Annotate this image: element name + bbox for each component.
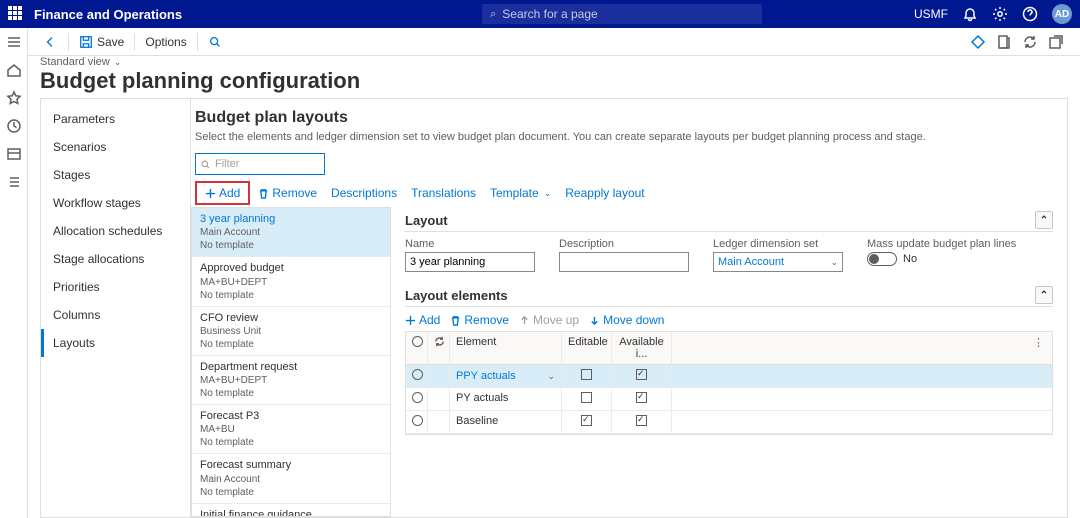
content-pane: Budget plan layouts Select the elements … [191, 99, 1067, 517]
sidebar-item[interactable]: Stages [41, 161, 190, 189]
chevron-down-icon: ⌄ [544, 188, 552, 199]
select-all-column[interactable] [406, 332, 428, 364]
clock-icon[interactable] [6, 118, 22, 134]
mass-label: Mass update budget plan lines [867, 238, 1016, 250]
dim-select[interactable]: Main Account ⌄ [713, 252, 843, 272]
refresh-icon[interactable] [1022, 34, 1038, 50]
add-layout-button[interactable]: Add [195, 181, 250, 205]
chevron-down-icon: ⌄ [830, 257, 838, 268]
star-icon[interactable] [6, 90, 22, 106]
editable-column[interactable]: Editable [562, 332, 612, 364]
search-action[interactable] [200, 33, 230, 51]
dim-label: Ledger dimension set [713, 238, 843, 250]
mass-value: No [903, 253, 917, 265]
descriptions-button[interactable]: Descriptions [325, 184, 403, 202]
gear-icon[interactable] [992, 6, 1008, 22]
sidebar-item[interactable]: Workflow stages [41, 189, 190, 217]
remove-element-button[interactable]: Remove [450, 313, 509, 327]
translations-button[interactable]: Translations [405, 184, 482, 202]
diamond-icon[interactable] [970, 34, 986, 50]
grid-header: Element Editable Available i... ⋮ [406, 332, 1052, 365]
content-heading: Budget plan layouts [195, 109, 1053, 127]
global-search[interactable]: ⌕ Search for a page [482, 4, 762, 24]
template-dropdown[interactable]: Template⌄ [484, 184, 557, 202]
sidebar-item[interactable]: Layouts [41, 329, 190, 357]
desc-input[interactable] [559, 252, 689, 272]
left-rail [0, 28, 28, 518]
layout-list[interactable]: 3 year planningMain AccountNo templateAp… [191, 207, 391, 517]
elements-toolbar: Add Remove Move up Move down [405, 313, 1053, 327]
layout-section-head: Layout ⌃ [405, 207, 1053, 232]
content-description: Select the elements and ledger dimension… [195, 131, 1053, 143]
back-button[interactable] [36, 33, 66, 51]
help-icon[interactable] [1022, 6, 1038, 22]
chevron-down-icon: ⌄ [114, 57, 122, 68]
collapse-button[interactable]: ⌃ [1035, 286, 1053, 304]
filter-input[interactable]: Filter [195, 153, 325, 175]
avatar[interactable]: AD [1052, 4, 1072, 24]
action-bar: Save Options [28, 28, 1080, 56]
view-selector[interactable]: Standard view ⌄ [40, 56, 360, 68]
sidebar-item[interactable]: Scenarios [41, 133, 190, 161]
layout-row[interactable]: Department requestMA+BU+DEPTNo template [192, 356, 390, 405]
grid-row[interactable]: Baseline [406, 411, 1052, 434]
mass-update-toggle[interactable] [867, 252, 897, 266]
layout-row[interactable]: Forecast summaryMain AccountNo template [192, 454, 390, 503]
layout-detail: Layout ⌃ Name Description Led [391, 207, 1053, 517]
popout-icon[interactable] [1048, 34, 1064, 50]
main-card: ParametersScenariosStagesWorkflow stages… [40, 98, 1068, 518]
element-column[interactable]: Element [450, 332, 562, 364]
brand-label: Finance and Operations [34, 7, 182, 22]
top-navbar: Finance and Operations ⌕ Search for a pa… [0, 0, 1080, 28]
search-icon: ⌕ [490, 8, 496, 21]
config-sidebar: ParametersScenariosStagesWorkflow stages… [41, 99, 191, 517]
grid-row[interactable]: PY actuals [406, 388, 1052, 411]
elements-grid: Element Editable Available i... ⋮ PPY ac… [405, 331, 1053, 435]
sidebar-item[interactable]: Allocation schedules [41, 217, 190, 245]
company-label[interactable]: USMF [914, 7, 948, 21]
moveup-button[interactable]: Move up [519, 313, 579, 327]
layout-row[interactable]: CFO reviewBusiness UnitNo template [192, 307, 390, 356]
options-button[interactable]: Options [137, 33, 194, 51]
page-title: Budget planning configuration [40, 68, 360, 94]
grid-more[interactable]: ⋮ [1025, 332, 1052, 364]
elements-section-head: Layout elements ⌃ [405, 282, 1053, 307]
available-column[interactable]: Available i... [612, 332, 672, 364]
page-header: Standard view ⌄ Budget planning configur… [40, 56, 360, 94]
sidebar-item[interactable]: Parameters [41, 105, 190, 133]
name-input[interactable] [405, 252, 535, 272]
waffle-icon[interactable] [8, 6, 24, 22]
refresh-column[interactable] [428, 332, 450, 364]
layout-row[interactable]: 3 year planningMain AccountNo template [192, 208, 390, 257]
desc-label: Description [559, 238, 689, 250]
layout-row[interactable]: Approved budgetMA+BU+DEPTNo template [192, 257, 390, 306]
grid-row[interactable]: PPY actuals⌄ [406, 365, 1052, 388]
home-icon[interactable] [6, 62, 22, 78]
module-icon[interactable] [6, 146, 22, 162]
bell-icon[interactable] [962, 6, 978, 22]
attach-icon[interactable] [996, 34, 1012, 50]
sidebar-item[interactable]: Priorities [41, 273, 190, 301]
add-element-button[interactable]: Add [405, 313, 440, 327]
movedown-button[interactable]: Move down [589, 313, 664, 327]
sidebar-item[interactable]: Columns [41, 301, 190, 329]
layout-row[interactable]: Initial finance guidanceMA+BU+DEPTNo tem… [192, 504, 390, 517]
name-label: Name [405, 238, 535, 250]
collapse-button[interactable]: ⌃ [1035, 211, 1053, 229]
save-button[interactable]: Save [71, 33, 132, 51]
layout-row[interactable]: Forecast P3MA+BUNo template [192, 405, 390, 454]
sidebar-item[interactable]: Stage allocations [41, 245, 190, 273]
reapply-button[interactable]: Reapply layout [559, 184, 650, 202]
remove-layout-button[interactable]: Remove [252, 184, 323, 202]
hamburger-icon[interactable] [6, 34, 22, 50]
layout-toolbar: Add Remove Descriptions Translations Tem… [195, 181, 1053, 205]
search-placeholder: Search for a page [502, 7, 597, 21]
list-icon[interactable] [6, 174, 22, 190]
